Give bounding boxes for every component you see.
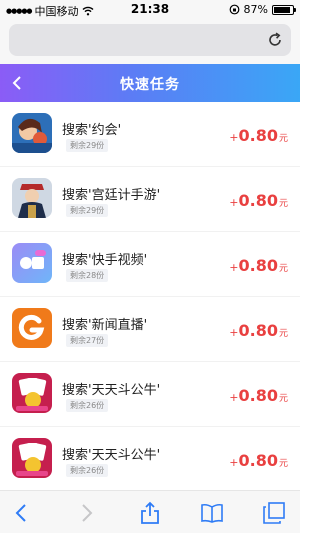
orientation-lock-icon	[229, 4, 239, 15]
task-list: 搜索'约会' 剩余29份 + 0.80 元 搜索'宫廷计手游' 剩余29份 + …	[0, 102, 300, 492]
reward-amount: 0.80	[238, 126, 278, 145]
task-title: 搜索'宫廷计手游'	[62, 188, 161, 203]
task-item[interactable]: 搜索'天天斗公牛' 剩余26份 + 0.80 元	[0, 427, 300, 492]
dating-game-icon	[12, 113, 52, 153]
remaining-badge: 剩余26份	[66, 464, 109, 477]
reward-amount: 0.80	[238, 191, 278, 210]
task-item[interactable]: 搜索'宫廷计手游' 剩余29份 + 0.80 元	[0, 167, 300, 232]
task-title: 搜索'约会'	[62, 123, 122, 138]
reward: + 0.80 元	[229, 256, 288, 275]
reward-unit: 元	[278, 264, 288, 274]
palace-game-icon	[12, 178, 52, 218]
reward-amount: 0.80	[238, 256, 278, 275]
task-title: 搜索'天天斗公牛'	[62, 383, 161, 398]
reward-unit: 元	[278, 394, 288, 404]
task-item[interactable]: 搜索'新闻直播' 剩余27份 + 0.80 元	[0, 297, 300, 362]
forward-icon[interactable]	[74, 501, 98, 525]
tabs-icon[interactable]	[262, 501, 286, 525]
remaining-badge: 剩余29份	[66, 204, 109, 217]
remaining-badge: 剩余27份	[66, 334, 109, 347]
task-title: 搜索'新闻直播'	[62, 318, 148, 333]
poker-game-icon	[12, 438, 52, 478]
task-title: 搜索'天天斗公牛'	[62, 448, 161, 463]
reward-plus: +	[229, 456, 239, 469]
bookmarks-icon[interactable]	[200, 501, 224, 525]
reward-plus: +	[229, 131, 239, 144]
browser-toolbar	[0, 490, 300, 533]
poker-game-icon	[12, 373, 52, 413]
reward-amount: 0.80	[238, 451, 278, 470]
reward: + 0.80 元	[229, 451, 288, 470]
reload-icon[interactable]	[265, 30, 285, 50]
reward: + 0.80 元	[229, 321, 288, 340]
remaining-badge: 剩余29份	[66, 139, 109, 152]
kuaishou-video-icon	[12, 243, 52, 283]
task-item[interactable]: 搜索'天天斗公牛' 剩余26份 + 0.80 元	[0, 362, 300, 427]
battery-fill	[274, 6, 290, 13]
reward-plus: +	[229, 326, 239, 339]
reward-unit: 元	[278, 459, 288, 469]
reward-plus: +	[229, 196, 239, 209]
reward-amount: 0.80	[238, 386, 278, 405]
task-item[interactable]: 搜索'约会' 剩余29份 + 0.80 元	[0, 102, 300, 167]
address-bar	[0, 20, 300, 64]
reward-plus: +	[229, 391, 239, 404]
reward-unit: 元	[278, 134, 288, 144]
page-title: 快速任务	[120, 77, 180, 93]
battery-percent: 87%	[243, 3, 268, 16]
share-icon[interactable]	[138, 501, 162, 525]
reward: + 0.80 元	[229, 126, 288, 145]
reward-unit: 元	[278, 329, 288, 339]
reward-unit: 元	[278, 199, 288, 209]
battery-icon	[272, 4, 296, 15]
status-bar: ●●●●● 中国移动 21:38 87%	[0, 0, 300, 20]
page-header: 快速任务	[0, 64, 300, 102]
url-field[interactable]	[9, 24, 291, 56]
news-live-icon	[12, 308, 52, 348]
reward: + 0.80 元	[229, 386, 288, 405]
task-item[interactable]: 搜索'快手视频' 剩余28份 + 0.80 元	[0, 232, 300, 297]
task-title: 搜索'快手视频'	[62, 253, 148, 268]
remaining-badge: 剩余26份	[66, 399, 109, 412]
reward-amount: 0.80	[238, 321, 278, 340]
remaining-badge: 剩余28份	[66, 269, 109, 282]
reward-plus: +	[229, 261, 239, 274]
status-right: 87%	[229, 3, 296, 16]
back-icon[interactable]	[10, 501, 34, 525]
reward: + 0.80 元	[229, 191, 288, 210]
